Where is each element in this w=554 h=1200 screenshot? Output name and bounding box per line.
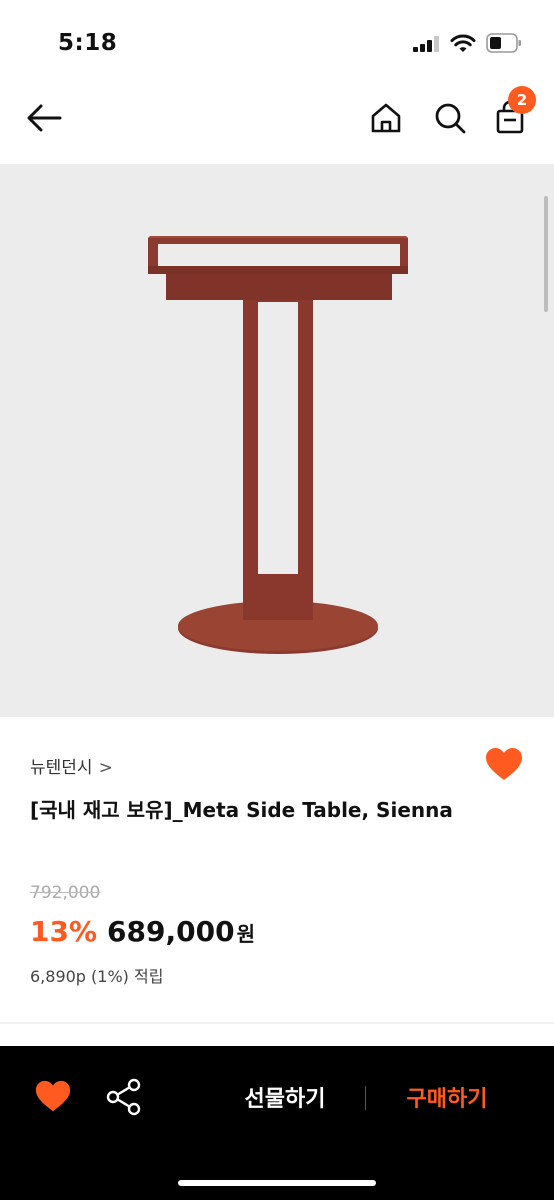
wishlist-heart-icon[interactable] [484,745,524,785]
product-info: 뉴텐던시 > [국내 재고 보유]_Meta Side Table, Sienna… [0,717,554,1022]
battery-icon [486,33,521,53]
bottom-action-bar: 선물하기 구매하기 [0,1046,554,1200]
product-title: [국내 재고 보유]_Meta Side Table, Sienna [30,798,453,822]
status-bar: 5:18 [0,0,554,84]
spacer [0,1024,554,1046]
chevron-right-icon: > [98,758,113,778]
home-icon[interactable] [366,98,406,138]
button-separator [365,1086,366,1110]
reward-points: 6,890p (1%) 적립 [30,967,164,986]
original-price: 792,000 [30,883,101,903]
brand-name: 뉴텐던시 [30,758,93,778]
side-table-illustration [148,236,408,654]
search-icon[interactable] [430,98,470,138]
cart-count-badge: 2 [508,86,536,114]
back-arrow-icon[interactable] [24,98,64,138]
app-header [0,84,554,164]
discount-rate: 13% [30,915,98,948]
price-row: 13% 689,000 원 [30,915,255,951]
wifi-icon [450,34,476,52]
sale-price: 689,000 [107,915,235,948]
share-icon[interactable] [104,1077,144,1117]
brand-link[interactable]: 뉴텐던시 > [30,753,113,778]
currency-unit: 원 [236,922,255,946]
cellular-signal-icon [413,36,439,52]
like-heart-icon[interactable] [34,1078,72,1116]
status-time: 5:18 [58,30,118,56]
home-indicator [178,1180,376,1186]
product-image[interactable] [0,164,554,717]
buy-button[interactable]: 구매하기 [382,1070,512,1124]
gift-button[interactable]: 선물하기 [220,1070,350,1124]
scroll-indicator [544,196,548,312]
